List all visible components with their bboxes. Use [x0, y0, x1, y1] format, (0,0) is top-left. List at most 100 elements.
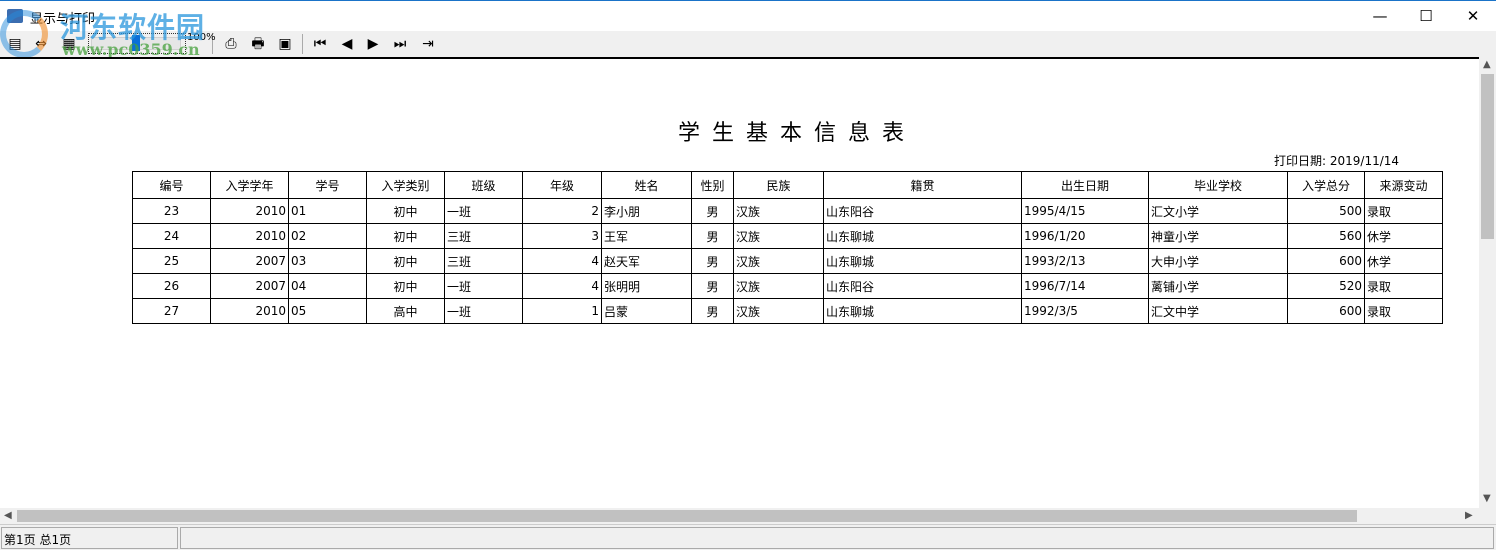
table-cell: 1992/3/5	[1021, 298, 1149, 324]
scroll-corner	[1479, 508, 1496, 524]
print-icon[interactable]: 🖶	[247, 34, 269, 54]
table-cell: 汉族	[733, 273, 824, 299]
table-cell: 600	[1287, 298, 1365, 324]
column-header: 来源变动	[1364, 171, 1443, 199]
table-cell: 录取	[1364, 298, 1443, 324]
table-cell: 2007	[210, 273, 289, 299]
minimize-button[interactable]: —	[1357, 1, 1403, 31]
print-options-icon[interactable]: ▣	[274, 34, 296, 54]
table-cell: 男	[691, 198, 734, 224]
table-cell: 2010	[210, 223, 289, 249]
table-cell: 休学	[1364, 248, 1443, 274]
table-cell: 02	[288, 223, 367, 249]
scroll-up-icon[interactable]: ▲	[1483, 59, 1491, 70]
table-cell: 汉族	[733, 223, 824, 249]
table-cell: 山东聊城	[823, 248, 1022, 274]
table-cell: 05	[288, 298, 367, 324]
scroll-left-icon[interactable]: ◀	[4, 510, 12, 521]
horizontal-scroll-thumb[interactable]	[17, 510, 1357, 522]
table-cell: 520	[1287, 273, 1365, 299]
column-header: 性别	[691, 171, 734, 199]
table-cell: 2010	[210, 298, 289, 324]
scroll-down-icon[interactable]: ▼	[1483, 493, 1491, 504]
last-page-icon[interactable]: ⏭	[389, 34, 411, 54]
table-cell: 山东聊城	[823, 223, 1022, 249]
table-cell: 1995/4/15	[1021, 198, 1149, 224]
column-header: 出生日期	[1021, 171, 1149, 199]
exit-icon[interactable]: ⇥	[417, 34, 439, 54]
next-page-icon[interactable]: ▶	[362, 34, 384, 54]
table-cell: 2	[522, 198, 602, 224]
table-cell: 山东阳谷	[823, 198, 1022, 224]
student-table: 编号 入学学年 学号 入学类别 班级 年级 姓名 性别 民族 籍贯 出生日期 毕业学校 入学总分 来源变动…	[132, 171, 1443, 324]
table-cell: 休学	[1364, 223, 1443, 249]
table-cell: 01	[288, 198, 367, 224]
table-cell: 山东聊城	[823, 298, 1022, 324]
scroll-right-icon[interactable]: ▶	[1465, 510, 1473, 521]
status-bar: 第1页 总1页	[0, 524, 1496, 550]
table-cell: 神童小学	[1148, 223, 1288, 249]
table-cell: 赵天军	[601, 248, 692, 274]
table-cell: 男	[691, 248, 734, 274]
table-cell: 03	[288, 248, 367, 274]
table-cell: 一班	[444, 298, 523, 324]
table-cell: 1996/7/14	[1021, 273, 1149, 299]
column-header: 班级	[444, 171, 523, 199]
print-date: 打印日期: 2019/11/14	[1274, 154, 1400, 168]
table-cell: 24	[132, 223, 211, 249]
watermark-logo	[0, 10, 48, 58]
table-cell: 吕蒙	[601, 298, 692, 324]
table-cell: 1	[522, 298, 602, 324]
prev-page-icon[interactable]: ◀	[336, 34, 358, 54]
print-setup-icon[interactable]: ⎙	[220, 34, 242, 54]
status-panel	[180, 527, 1494, 549]
column-header: 毕业学校	[1148, 171, 1288, 199]
table-cell: 男	[691, 223, 734, 249]
table-cell: 初中	[366, 223, 445, 249]
table-cell: 04	[288, 273, 367, 299]
title-bar: 显示与打印 — ☐ ✕	[0, 0, 1496, 31]
table-cell: 初中	[366, 198, 445, 224]
column-header: 姓名	[601, 171, 692, 199]
vertical-scrollbar[interactable]: ▲ ▼	[1479, 57, 1496, 508]
table-cell: 2007	[210, 248, 289, 274]
report-title: 学生基本信息表	[677, 121, 916, 146]
table-cell: 蓠铺小学	[1148, 273, 1288, 299]
table-cell: 汉族	[733, 198, 824, 224]
column-header: 籍贯	[823, 171, 1022, 199]
column-header: 学号	[288, 171, 367, 199]
table-cell: 600	[1287, 248, 1365, 274]
table-cell: 王军	[601, 223, 692, 249]
table-cell: 汉族	[733, 298, 824, 324]
table-cell: 2010	[210, 198, 289, 224]
column-header: 入学总分	[1287, 171, 1365, 199]
column-header: 民族	[733, 171, 824, 199]
column-header: 入学类别	[366, 171, 445, 199]
column-header: 年级	[522, 171, 602, 199]
table-cell: 汉族	[733, 248, 824, 274]
table-cell: 27	[132, 298, 211, 324]
table-cell: 三班	[444, 223, 523, 249]
maximize-button[interactable]: ☐	[1403, 1, 1449, 31]
table-row: 25 2007 03 初中 三班 4 赵天军男汉族 山东聊城 1993/2/13 大申小学 600 休…	[132, 248, 1443, 274]
table-cell: 三班	[444, 248, 523, 274]
table-row: 27 2010 05 高中 一班 1 吕蒙男汉族 山东聊城 1992/3/5 汇文中学 600 录取	[132, 298, 1443, 324]
table-cell: 男	[691, 298, 734, 324]
table-cell: 李小朋	[601, 198, 692, 224]
table-cell: 26	[132, 273, 211, 299]
table-cell: 560	[1287, 223, 1365, 249]
vertical-scroll-thumb[interactable]	[1481, 74, 1494, 239]
table-cell: 4	[522, 273, 602, 299]
close-button[interactable]: ✕	[1450, 1, 1496, 31]
table-cell: 汇文中学	[1148, 298, 1288, 324]
horizontal-scrollbar[interactable]: ◀ ▶	[0, 508, 1479, 524]
table-cell: 一班	[444, 273, 523, 299]
first-page-icon[interactable]: ⏮	[309, 34, 331, 54]
table-cell: 500	[1287, 198, 1365, 224]
table-row: 23 2010 01 初中 一班 2 李小朋男汉族 山东阳谷 1995/4/15 汇文小学 500 录…	[132, 198, 1443, 224]
table-cell: 初中	[366, 273, 445, 299]
column-header: 编号	[132, 171, 211, 199]
table-cell: 录取	[1364, 273, 1443, 299]
table-row: 26 2007 04 初中 一班 4 张明明男汉族 山东阳谷 1996/7/14 蓠铺小学 520 录…	[132, 273, 1443, 299]
report-canvas: 学生基本信息表 打印日期: 2019/11/14 编号 入学学年 学号 入学类别 班级年…	[0, 57, 1479, 508]
